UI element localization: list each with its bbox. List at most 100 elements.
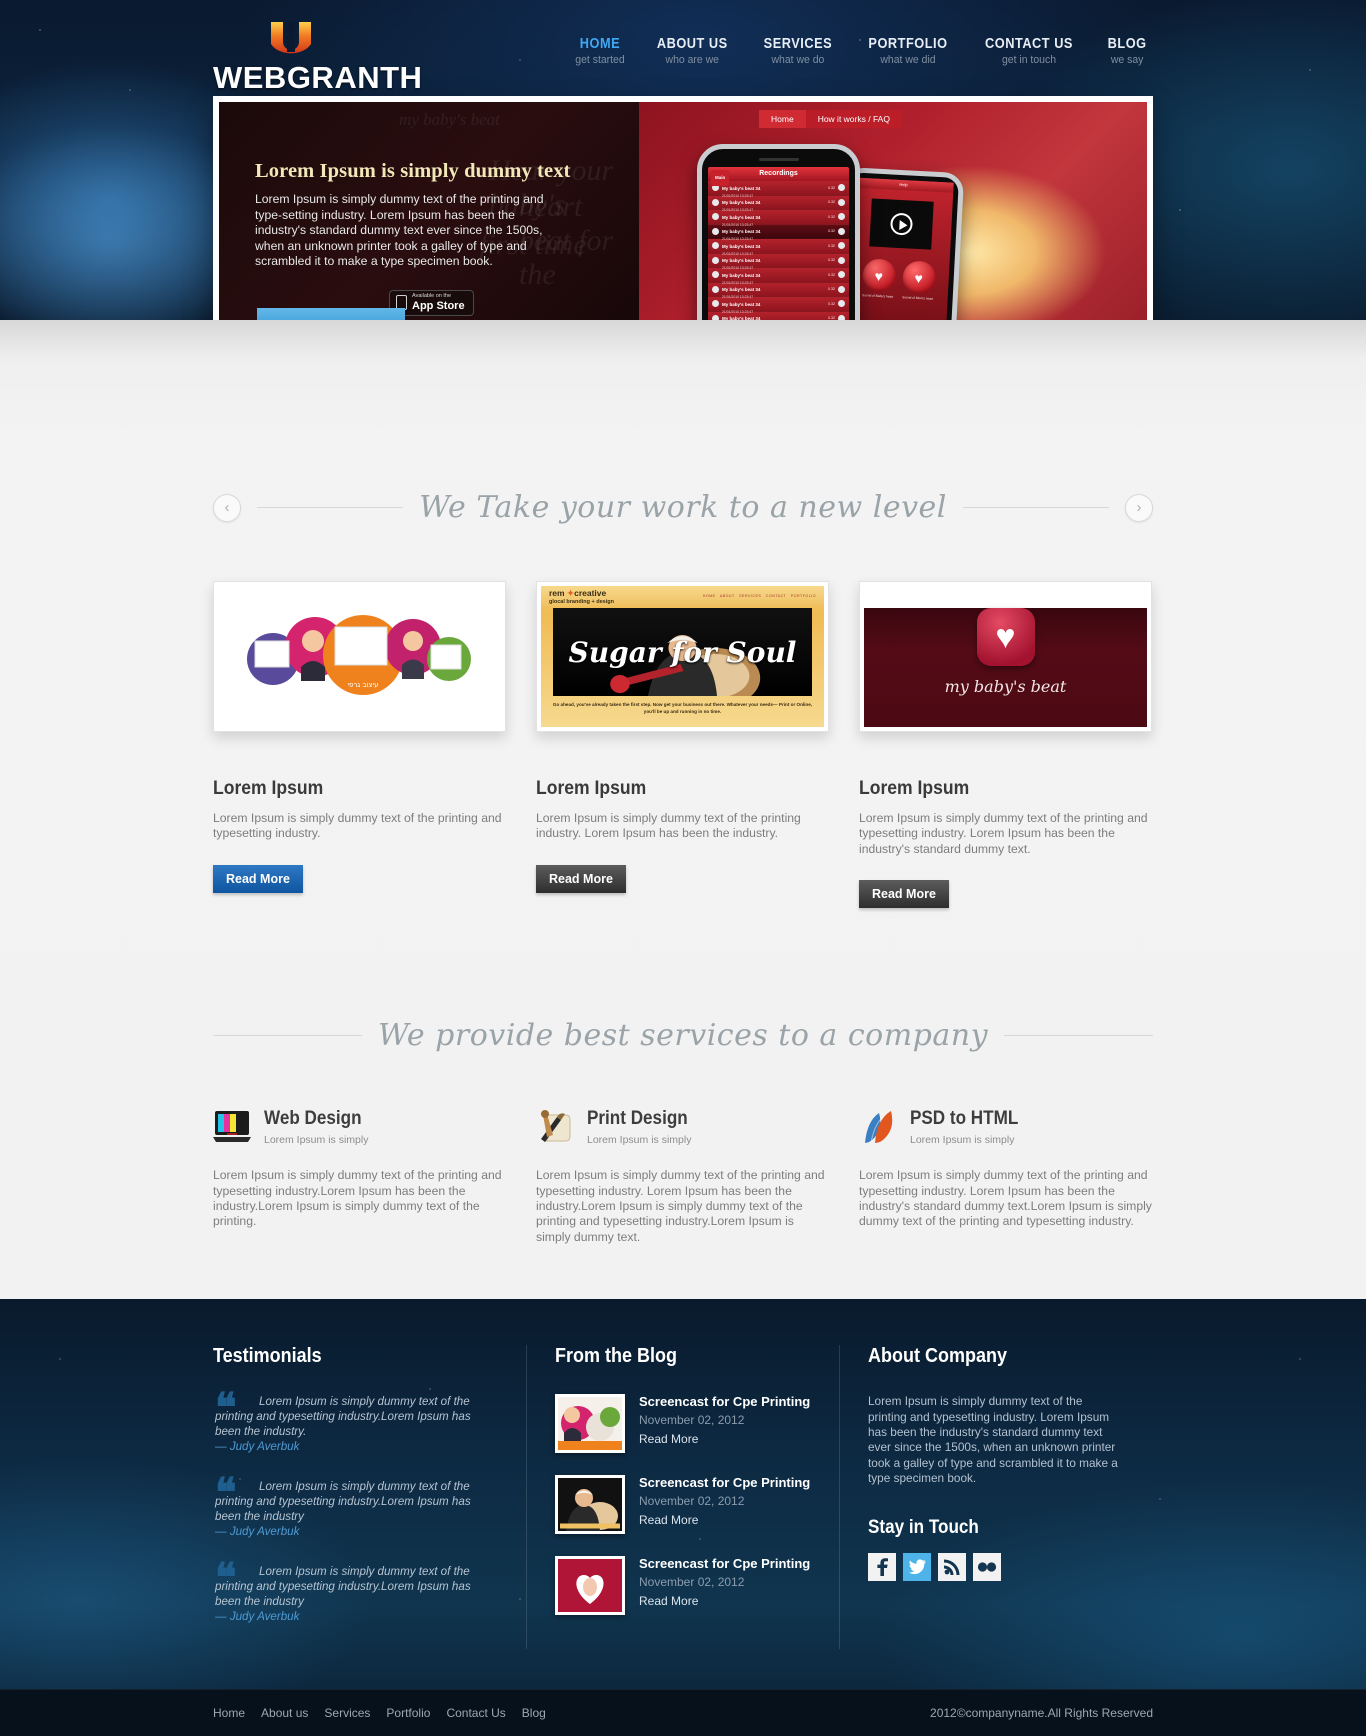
- portfolio-card-title: Lorem Ipsum: [213, 777, 324, 799]
- play-icon[interactable]: [712, 213, 719, 221]
- flickr-icon[interactable]: [973, 1552, 1001, 1581]
- read-more-button[interactable]: Read More: [536, 864, 626, 893]
- facebook-icon[interactable]: [868, 1552, 896, 1581]
- chevron-right-icon[interactable]: ›: [1125, 493, 1154, 522]
- nav-item-blog[interactable]: BLOG we say: [1105, 36, 1149, 66]
- blog-read-more-link[interactable]: Read More: [639, 1594, 810, 1608]
- play-icon[interactable]: [712, 242, 719, 250]
- hero-slider[interactable]: my baby's beat Hear your baby's heart be…: [213, 96, 1153, 320]
- portfolio-card: rem ✦creative glocal branding + design H…: [536, 581, 829, 908]
- testimonial-text: Lorem Ipsum is simply dummy text of the …: [215, 1480, 471, 1524]
- recording-title: My baby's beat 34: [722, 243, 761, 249]
- read-more-button[interactable]: Read More: [859, 880, 949, 909]
- slide-active: my baby's beat Hear your baby's heart be…: [219, 102, 1147, 320]
- play-icon[interactable]: [712, 314, 719, 320]
- play-circle-icon[interactable]: [838, 256, 845, 264]
- blog-heading: From the Blog: [555, 1345, 677, 1368]
- phone-front-screen: Main Recordings My baby's beat 34 21/01/2…: [708, 167, 849, 320]
- slider-frame: my baby's beat Hear your baby's heart be…: [213, 96, 1153, 320]
- blog-read-more-link[interactable]: Read More: [639, 1513, 810, 1527]
- mockup-nav-faq: How it works / FAQ: [805, 110, 902, 128]
- footer-bottom-bar: Home About us Services Portfolio Contact…: [0, 1689, 1366, 1736]
- play-circle-icon[interactable]: [838, 242, 845, 250]
- footer-link-services[interactable]: Services: [324, 1706, 370, 1720]
- play-circle-icon[interactable]: [838, 184, 845, 192]
- footer-link-blog[interactable]: Blog: [522, 1706, 546, 1720]
- services-section-header: We provide best services to a company: [213, 1018, 1154, 1053]
- recording-title: My baby's beat 34: [722, 316, 761, 320]
- portfolio-thumbnail[interactable]: עיצוב גרפי: [213, 581, 506, 732]
- my-babys-beat-thumb: [558, 1559, 622, 1613]
- footer-link-contact-us[interactable]: Contact Us: [446, 1706, 505, 1720]
- nav-item-services[interactable]: SERVICES what we do: [759, 36, 837, 66]
- play-circle-icon[interactable]: [838, 227, 845, 235]
- top-bar: WEBGRANTH ,Knowledge base for web design…: [213, 0, 1153, 118]
- read-more-button[interactable]: Read More: [213, 864, 303, 893]
- testimonial-text: Lorem Ipsum is simply dummy text of the …: [215, 1395, 471, 1439]
- blog-thumbnail: [555, 1475, 625, 1535]
- view-website-button[interactable]: View Website: [257, 308, 405, 320]
- blog-list-item[interactable]: Screencast for Cpe Printing November 02,…: [555, 1475, 811, 1535]
- footer-link-home[interactable]: Home: [213, 1706, 245, 1720]
- play-circle-icon[interactable]: [838, 198, 845, 206]
- service-item-web-design: Web Design Lorem Ipsum is simply Lorem I…: [213, 1108, 506, 1245]
- recording-length: 0.32: [828, 185, 835, 190]
- play-icon[interactable]: [712, 227, 719, 235]
- heart-caption-baby: Sound of Baby's heart: [861, 293, 894, 299]
- portfolio-thumbnail[interactable]: rem ✦creative glocal branding + design H…: [536, 581, 829, 732]
- blog-list-item[interactable]: Screencast for Cpe Printing November 02,…: [555, 1556, 811, 1616]
- thumb-nav: HOME ABOUT SERVICES CONTACT PORTFOLIO: [702, 594, 816, 598]
- chevron-left-icon[interactable]: ‹: [213, 493, 241, 522]
- monitor-cmyk-icon: [213, 1109, 251, 1145]
- service-subtitle: Lorem Ipsum is simply: [910, 1134, 1015, 1147]
- nav-item-contact-us[interactable]: CONTACT US get in touch: [979, 36, 1079, 66]
- heart-baby-icon: ♥: [995, 617, 1016, 656]
- app-icon: ♥: [976, 608, 1035, 666]
- blog-read-more-link[interactable]: Read More: [639, 1432, 810, 1446]
- play-icon: [889, 212, 914, 236]
- play-icon[interactable]: [712, 285, 719, 293]
- circles-collage-thumb: [558, 1397, 622, 1451]
- nav-label: PORTFOLIO: [868, 36, 948, 52]
- service-description: Lorem Ipsum is simply dummy text of the …: [213, 1168, 502, 1229]
- nav-sublabel: who are we: [665, 54, 720, 66]
- mockup-nav-home: Home: [759, 110, 806, 128]
- play-circle-icon[interactable]: [838, 213, 845, 221]
- divider-line: [213, 1035, 362, 1037]
- footer-link-portfolio[interactable]: Portfolio: [386, 1706, 430, 1720]
- play-circle-icon[interactable]: [838, 285, 845, 293]
- blog-list-item[interactable]: Screencast for Cpe Printing November 02,…: [555, 1394, 811, 1454]
- brush-pen-scroll-icon: [536, 1109, 574, 1145]
- recording-length: 0.32: [828, 214, 835, 219]
- recording-title: My baby's beat 34: [722, 272, 761, 278]
- rss-icon[interactable]: [938, 1552, 966, 1581]
- recording-row[interactable]: My baby's beat 3421/01/2010 13:23:470.32: [708, 311, 849, 320]
- footer-link-about-us[interactable]: About us: [261, 1706, 308, 1720]
- play-icon[interactable]: [712, 198, 719, 206]
- portfolio-card: עיצוב גרפי Lorem Ipsum Lorem Ipsum is si…: [213, 581, 506, 908]
- play-icon[interactable]: [712, 300, 719, 308]
- nav-item-about-us[interactable]: ABOUT US who are we: [652, 36, 733, 66]
- footer-blog: From the Blog Screencast for Cpe Printin…: [526, 1345, 839, 1650]
- blog-title: Screencast for Cpe Printing: [639, 1475, 811, 1491]
- service-name: Web Design: [264, 1108, 362, 1130]
- play-icon[interactable]: [712, 256, 719, 264]
- nav-item-portfolio[interactable]: PORTFOLIO what we did: [863, 36, 953, 66]
- portfolio-thumbnail[interactable]: ♥ my baby's beat: [859, 581, 1152, 732]
- portfolio-card-desc: Lorem Ipsum is simply dummy text of the …: [859, 811, 1148, 856]
- play-circle-icon[interactable]: [838, 314, 845, 320]
- service-subtitle: Lorem Ipsum is simply: [264, 1134, 369, 1147]
- nav-item-home[interactable]: HOME get started: [574, 36, 626, 66]
- testimonial-author: — Judy Averbuk: [215, 1610, 300, 1624]
- testimonial-item: ❝ Lorem Ipsum is simply dummy text of th…: [213, 1558, 498, 1624]
- twitter-icon[interactable]: [903, 1552, 931, 1581]
- footer-testimonials: Testimonials ❝ Lorem Ipsum is simply dum…: [213, 1345, 526, 1649]
- heart-icon-mom: ♥: [901, 260, 937, 295]
- testimonials-heading: Testimonials: [213, 1345, 322, 1368]
- play-icon[interactable]: [712, 271, 719, 279]
- blog-title: Screencast for Cpe Printing: [639, 1556, 811, 1572]
- main-navigation: HOME get started ABOUT US who are we SER…: [574, 14, 1153, 66]
- play-circle-icon[interactable]: [838, 300, 845, 308]
- play-circle-icon[interactable]: [838, 271, 845, 279]
- testimonial-text: Lorem Ipsum is simply dummy text of the …: [215, 1565, 471, 1609]
